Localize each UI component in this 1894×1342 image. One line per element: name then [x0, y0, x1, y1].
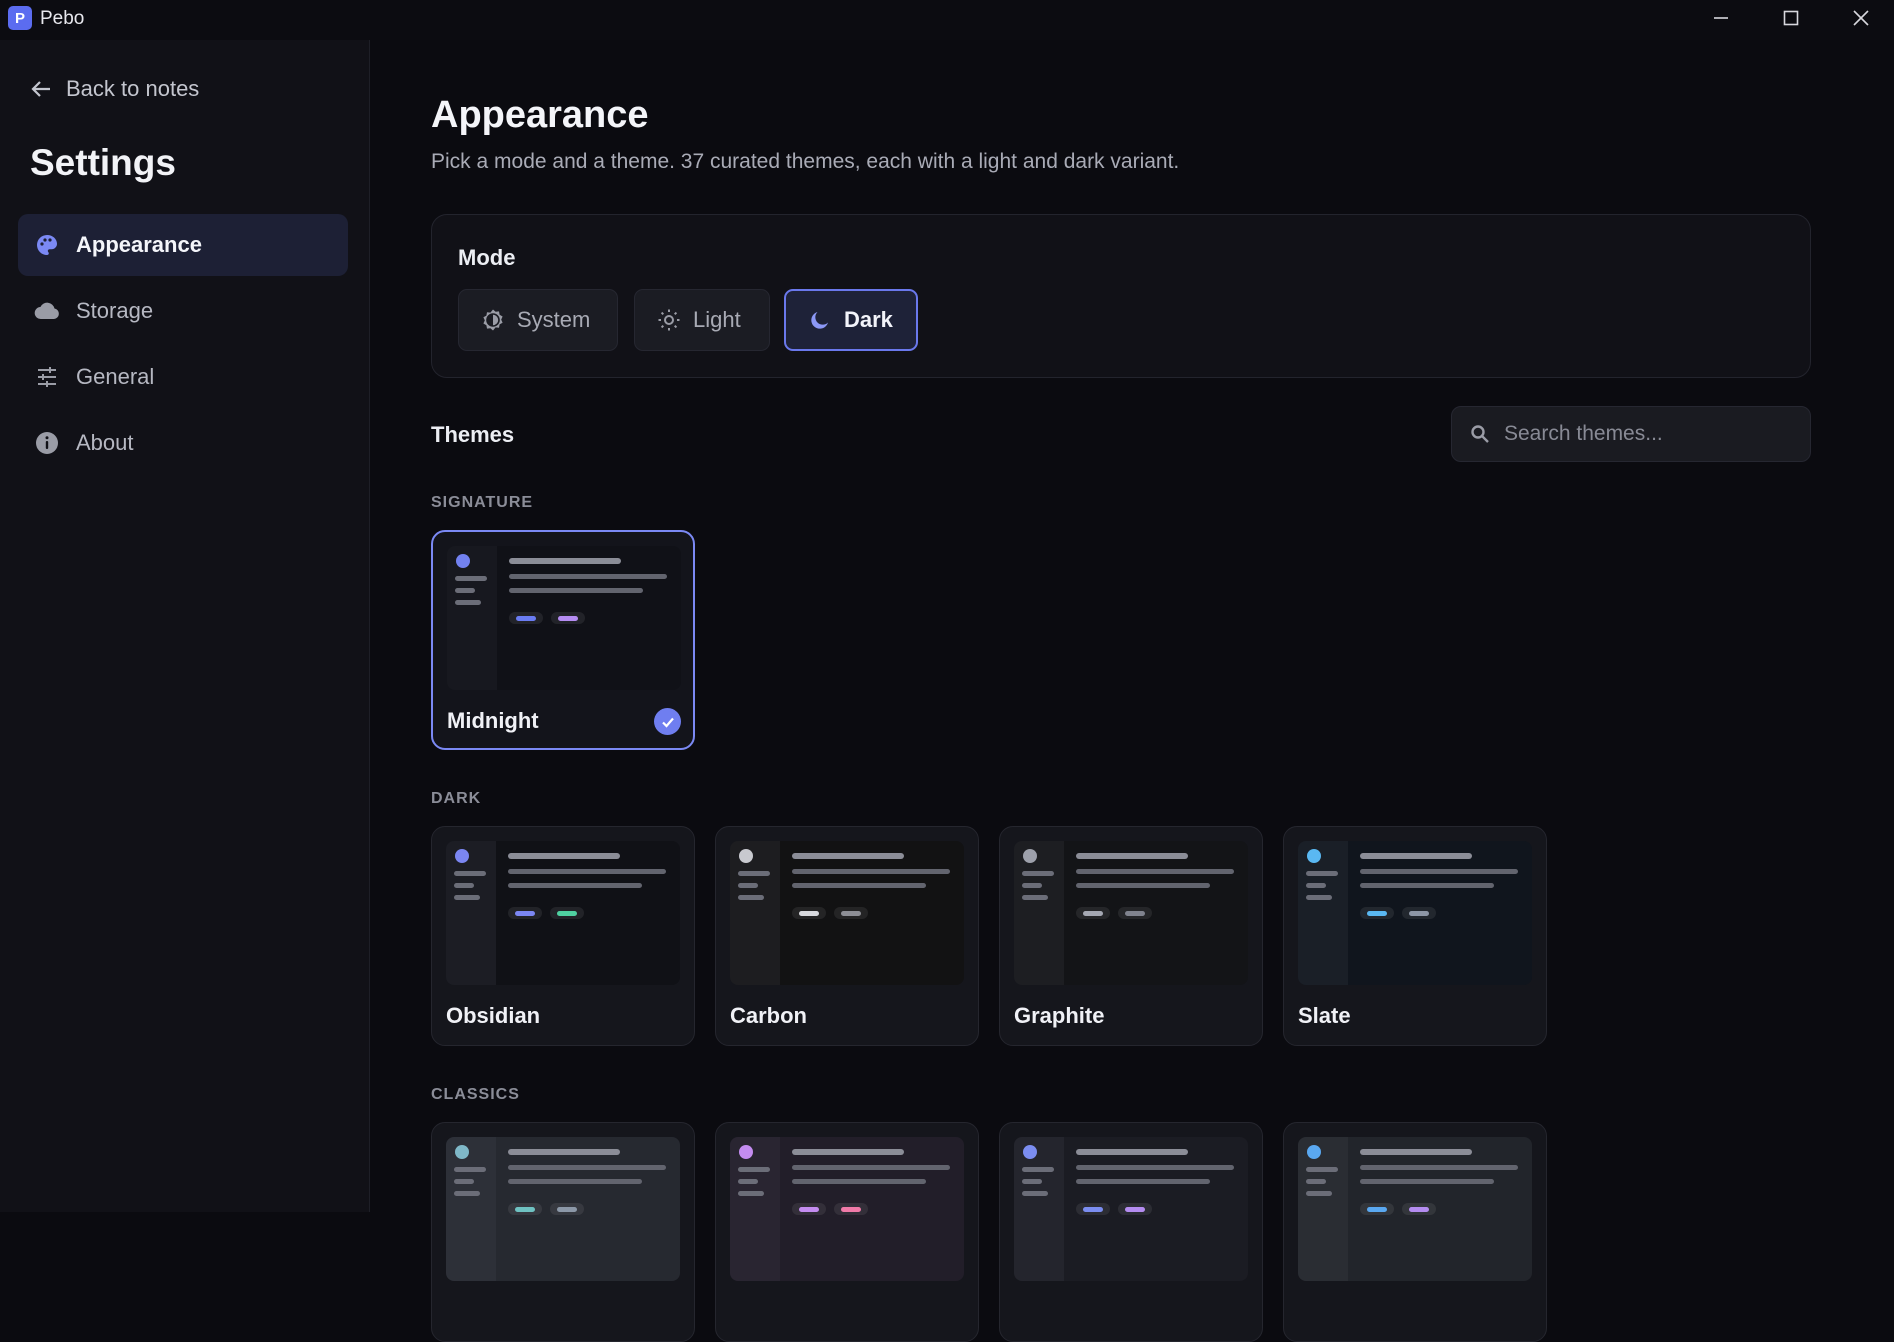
back-link-label: Back to notes [66, 76, 200, 101]
group-label-classics: CLASSICS [431, 1086, 520, 1103]
theme-preview [1014, 841, 1248, 985]
minimize-button[interactable] [1686, 0, 1756, 36]
mode-label: Mode [458, 245, 516, 270]
theme-preview [730, 1137, 964, 1281]
sidebar-item-appearance[interactable]: Appearance [18, 214, 348, 276]
theme-name: Slate [1298, 1003, 1351, 1028]
check-icon [654, 708, 681, 735]
settings-main: Appearance Pick a mode and a theme. 37 c… [371, 40, 1894, 1342]
theme-preview [1014, 1137, 1248, 1281]
moon-icon [811, 312, 828, 329]
sun-icon [658, 309, 680, 331]
theme-card[interactable]: Obsidian [431, 826, 695, 1046]
back-to-notes-link[interactable]: Back to notes [30, 76, 199, 102]
theme-name: Graphite [1014, 1003, 1105, 1028]
settings-sidebar: Back to notes Settings Appearance Storag… [0, 40, 370, 1212]
group-label-dark: DARK [431, 790, 482, 807]
sidebar-item-label: Storage [76, 298, 154, 323]
theme-name: Obsidian [446, 1003, 541, 1028]
maximize-button[interactable] [1756, 0, 1826, 36]
theme-card[interactable] [1283, 1122, 1547, 1342]
theme-card[interactable]: Midnight [431, 530, 695, 750]
theme-preview [730, 841, 964, 985]
theme-name: Carbon [730, 1003, 807, 1028]
sidebar-title: Settings [30, 142, 176, 183]
theme-card[interactable] [715, 1122, 979, 1342]
cloud-icon [34, 298, 60, 324]
page-title: Appearance [431, 94, 649, 136]
sidebar-item-label: General [76, 364, 155, 389]
mode-light-label: Light [693, 307, 741, 332]
palette-icon [34, 232, 60, 258]
search-input[interactable] [1504, 422, 1794, 446]
theme-name: Midnight [447, 708, 539, 733]
minimize-icon [1714, 17, 1728, 19]
theme-card[interactable]: Slate [1283, 826, 1547, 1046]
themes-heading: Themes [431, 422, 515, 447]
close-icon [1853, 10, 1869, 26]
theme-card[interactable] [999, 1122, 1263, 1342]
app-title: Pebo [40, 8, 85, 29]
mode-card: Mode System Light Dark [431, 214, 1811, 378]
group-label-signature: SIGNATURE [431, 494, 534, 511]
search-icon [1471, 425, 1489, 443]
mode-light-button[interactable]: Light [634, 289, 770, 351]
arrow-left-icon [31, 81, 50, 97]
theme-preview [1298, 841, 1532, 985]
sidebar-item-label: About [76, 430, 134, 455]
sliders-icon [34, 364, 60, 390]
theme-preview [1298, 1137, 1532, 1281]
mode-system-button[interactable]: System [458, 289, 618, 351]
settings-nav: Appearance Storage General About [18, 214, 348, 478]
app-logo: P [8, 6, 32, 30]
sidebar-item-storage[interactable]: Storage [18, 280, 348, 342]
page-subtitle: Pick a mode and a theme. 37 curated them… [431, 150, 1180, 173]
title-bar: P Pebo [0, 0, 1894, 40]
theme-card[interactable]: Carbon [715, 826, 979, 1046]
mode-dark-label: Dark [844, 307, 893, 332]
theme-preview [446, 1137, 680, 1281]
sidebar-item-general[interactable]: General [18, 346, 348, 408]
theme-search [1451, 406, 1811, 462]
theme-preview [447, 546, 681, 690]
info-icon [34, 430, 60, 456]
system-icon [483, 309, 503, 331]
theme-card[interactable]: Graphite [999, 826, 1263, 1046]
maximize-icon [1783, 10, 1799, 26]
mode-system-label: System [517, 307, 591, 332]
close-window-button[interactable] [1826, 0, 1894, 36]
theme-card[interactable] [431, 1122, 695, 1342]
sidebar-item-about[interactable]: About [18, 412, 348, 474]
theme-preview [446, 841, 680, 985]
sidebar-item-label: Appearance [76, 232, 202, 257]
mode-dark-button[interactable]: Dark [784, 289, 918, 351]
